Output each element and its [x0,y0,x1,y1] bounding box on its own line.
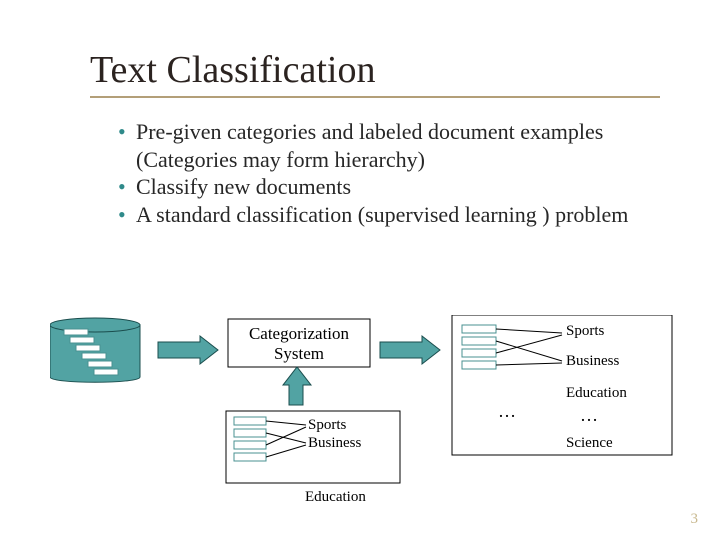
output-label-sports: Sports [566,323,605,339]
page-number: 3 [691,511,699,528]
arrow-up-icon [283,367,311,405]
categorization-system-box: Categorization System [228,319,370,367]
example-label-sports: Sports [308,417,347,433]
output-label-science: Science [566,435,613,451]
bullet-item: Pre-given categories and labeled documen… [118,118,680,173]
database-icon [50,318,140,382]
output-ellipsis: … [580,405,598,425]
system-label-1: Categorization [249,324,350,343]
output-group: Sports Business Education Science … … [452,315,672,455]
output-ellipsis: … [498,401,516,421]
example-label-business: Business [308,435,362,451]
labeled-examples-group: Sports Business Education [226,411,400,505]
arrow-icon [380,336,440,364]
title-underline [90,96,660,98]
output-label-business: Business [566,353,620,369]
example-label-education: Education [305,489,366,505]
bullet-list: Pre-given categories and labeled documen… [118,118,680,228]
slide-title: Text Classification [90,48,680,92]
arrow-icon [158,336,218,364]
output-label-education: Education [566,385,627,401]
system-label-2: System [274,344,324,363]
bullet-item: A standard classification (supervised le… [118,201,680,229]
diagram-area: Categorization System Sports [50,315,680,510]
diagram-svg: Categorization System Sports [50,315,680,510]
bullet-item: Classify new documents [118,173,680,201]
